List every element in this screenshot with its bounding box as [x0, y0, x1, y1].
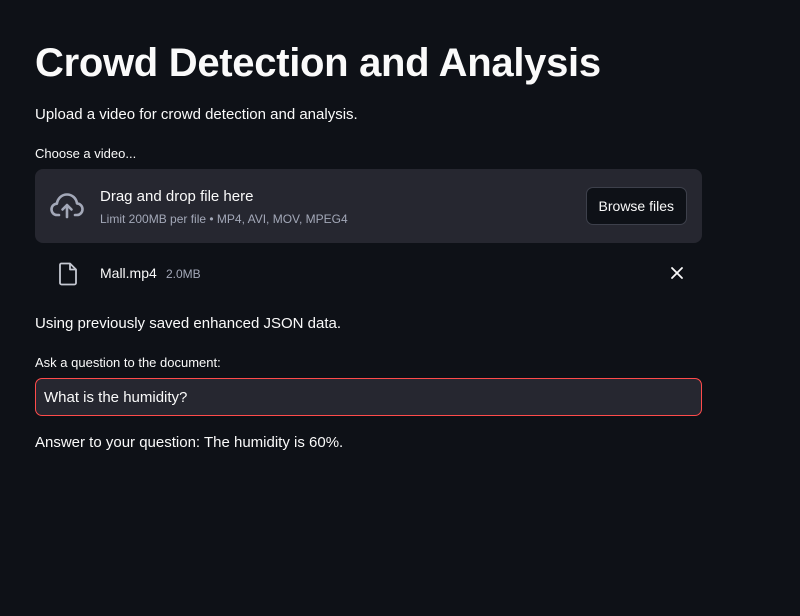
dropzone-limit-text: Limit 200MB per file • MP4, AVI, MOV, MP… — [100, 212, 348, 226]
cloud-upload-icon — [50, 191, 84, 221]
uploaded-file-row: Mall.mp4 2.0MB — [35, 257, 702, 289]
uploaded-file-name: Mall.mp4 — [100, 265, 157, 281]
question-input[interactable] — [35, 378, 702, 416]
uploaded-file-size: 2.0MB — [166, 267, 201, 281]
close-icon[interactable] — [666, 262, 688, 284]
status-message: Using previously saved enhanced JSON dat… — [35, 315, 342, 332]
file-dropzone[interactable]: Drag and drop file here Limit 200MB per … — [35, 169, 702, 243]
uploader-label: Choose a video... — [35, 146, 137, 161]
app-page: Crowd Detection and Analysis Upload a vi… — [0, 0, 800, 616]
browse-files-button[interactable]: Browse files — [585, 187, 687, 225]
file-icon — [58, 262, 78, 286]
answer-text: Answer to your question: The humidity is… — [35, 434, 344, 451]
page-subtitle: Upload a video for crowd detection and a… — [35, 106, 358, 123]
question-label: Ask a question to the document: — [35, 355, 221, 370]
dropzone-instruction: Drag and drop file here — [100, 188, 254, 205]
page-title: Crowd Detection and Analysis — [35, 41, 601, 85]
